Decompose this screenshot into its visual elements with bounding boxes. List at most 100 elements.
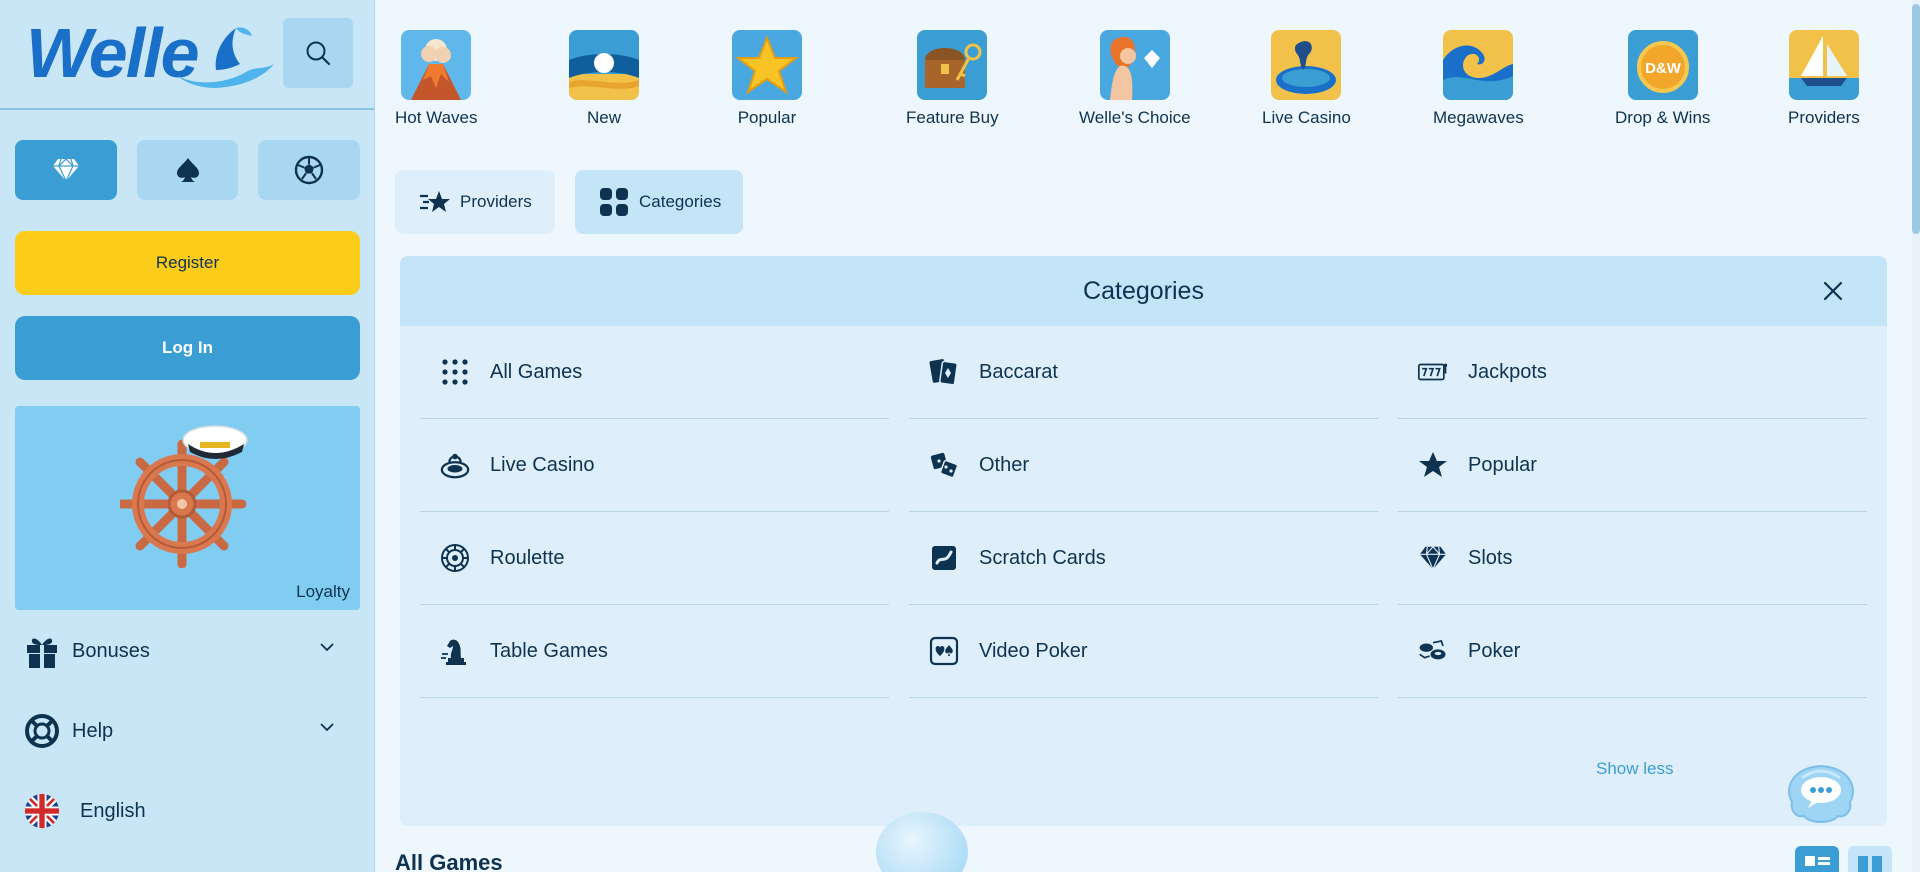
- chat-shell-icon: [1788, 764, 1854, 823]
- register-button[interactable]: Register: [15, 231, 360, 295]
- mermaid-icon: [1099, 30, 1170, 100]
- cards-icon: [929, 357, 959, 387]
- tab-label: Categories: [639, 192, 722, 211]
- mode-switcher: [15, 140, 361, 200]
- wave-logo-icon: [178, 27, 274, 88]
- search-button[interactable]: [283, 18, 353, 88]
- category-providers[interactable]: Providers: [1788, 30, 1860, 128]
- poker-chips-icon: [1418, 636, 1448, 666]
- category-label: Poker: [1468, 639, 1521, 662]
- starfish-icon: [732, 30, 802, 100]
- category-scratch-cards[interactable]: Scratch Cards: [909, 512, 1378, 605]
- category-jackpots[interactable]: Jackpots: [1398, 326, 1867, 419]
- dots-grid-icon: [440, 357, 470, 387]
- category-hot-waves[interactable]: Hot Waves: [395, 30, 478, 128]
- category-label: Feature Buy: [906, 108, 999, 127]
- category-new[interactable]: New: [569, 30, 639, 128]
- tab-label: Providers: [460, 192, 532, 211]
- tab-categories[interactable]: Categories: [575, 170, 743, 234]
- chess-knight-icon: [440, 636, 470, 666]
- category-table-games[interactable]: Table Games: [420, 605, 889, 698]
- category-label: Table Games: [490, 639, 608, 662]
- close-icon[interactable]: [1821, 279, 1845, 303]
- scratch-card-icon: [929, 543, 959, 573]
- search-icon: [306, 41, 331, 66]
- sidebar-item-help[interactable]: Help: [24, 706, 354, 756]
- category-label: Megawaves: [1433, 108, 1524, 127]
- scrollbar-thumb[interactable]: [1912, 4, 1920, 234]
- category-label: Baccarat: [979, 360, 1058, 383]
- grid-view-icon: [1858, 856, 1882, 872]
- category-label: Other: [979, 453, 1030, 476]
- login-button[interactable]: Log In: [15, 316, 360, 380]
- wave-icon: [1443, 30, 1514, 100]
- lifebuoy-icon: [24, 713, 60, 749]
- category-label: Roulette: [490, 546, 565, 569]
- volcano-icon: [401, 30, 472, 100]
- categories-panel: Categories All Games Baccarat Jackpots L…: [400, 256, 1887, 826]
- gift-icon: [24, 633, 60, 669]
- category-feature-buy[interactable]: Feature Buy: [906, 30, 999, 128]
- loyalty-label: Loyalty: [296, 582, 350, 601]
- uk-flag-icon: [24, 793, 60, 829]
- dice-icon: [929, 450, 959, 480]
- category-label: Jackpots: [1468, 360, 1547, 383]
- live-casino-icon: [440, 450, 470, 480]
- show-less-link[interactable]: Show less: [1596, 759, 1673, 779]
- category-label: Popular: [737, 108, 797, 127]
- treasure-chest-icon: [917, 30, 988, 100]
- sidebar-item-label: English: [80, 799, 146, 822]
- drop-wins-icon: D&W: [1627, 30, 1698, 100]
- category-video-poker[interactable]: Video Poker: [909, 605, 1378, 698]
- category-baccarat[interactable]: Baccarat: [909, 326, 1378, 419]
- top-category-strip: Hot Waves New Popular Feature Buy Welle'…: [375, 0, 1920, 140]
- category-welles-choice[interactable]: Welle's Choice: [1079, 30, 1191, 128]
- loyalty-card[interactable]: Loyalty: [15, 406, 360, 610]
- star-icon: [1418, 450, 1448, 480]
- category-label: Scratch Cards: [979, 546, 1106, 569]
- diamond-icon: [52, 158, 79, 183]
- category-label: Drop & Wins: [1615, 108, 1711, 127]
- category-all-games[interactable]: All Games: [420, 326, 889, 419]
- casino-mode-button[interactable]: [15, 140, 117, 200]
- category-other[interactable]: Other: [909, 419, 1378, 512]
- sailboat-icon: [1788, 30, 1859, 100]
- logo[interactable]: Welle: [26, 18, 274, 88]
- category-slots[interactable]: Slots: [1398, 512, 1867, 605]
- category-label: Live Casino: [490, 453, 595, 476]
- category-label: Live Casino: [1262, 108, 1351, 127]
- categories-grid-icon: [600, 188, 628, 216]
- list-view-icon: [1805, 856, 1830, 866]
- category-live-casino[interactable]: Live Casino: [1262, 30, 1351, 128]
- category-label: Video Poker: [979, 639, 1088, 662]
- sunrise-icon: [569, 30, 639, 100]
- sidebar-item-bonuses[interactable]: Bonuses: [24, 626, 354, 676]
- sidebar-item-language[interactable]: English: [24, 786, 354, 836]
- category-roulette[interactable]: Roulette: [420, 512, 889, 605]
- diamond-icon: [1418, 543, 1448, 573]
- sidebar-header: Welle: [0, 0, 374, 110]
- tab-providers[interactable]: Providers: [395, 170, 555, 234]
- category-popular[interactable]: Popular: [1398, 419, 1867, 512]
- spade-icon: [176, 158, 199, 182]
- section-title-all-games: All Games: [395, 850, 503, 872]
- list-view-button[interactable]: [1795, 846, 1839, 872]
- drop-wins-badge-text: D&W: [1645, 60, 1682, 77]
- grid-view-button[interactable]: [1848, 846, 1892, 872]
- category-label: Popular: [1468, 453, 1537, 476]
- sports-mode-button[interactable]: [258, 140, 361, 200]
- sidebar: Welle Register Log In Loyalty Bonuses He…: [0, 0, 375, 872]
- football-icon: [294, 155, 324, 185]
- category-label: Slots: [1468, 546, 1513, 569]
- category-popular[interactable]: Popular: [732, 30, 802, 128]
- category-label: New: [586, 108, 621, 127]
- seahorse-table-icon: [1271, 30, 1342, 100]
- category-drop-wins[interactable]: D&W Drop & Wins: [1615, 30, 1710, 128]
- chat-button[interactable]: [1782, 758, 1860, 828]
- category-live-casino[interactable]: Live Casino: [420, 419, 889, 512]
- category-megawaves[interactable]: Megawaves: [1433, 30, 1524, 128]
- category-poker[interactable]: Poker: [1398, 605, 1867, 698]
- video-poker-icon: [929, 636, 959, 666]
- live-casino-mode-button[interactable]: [136, 140, 239, 200]
- ship-wheel-icon: [120, 425, 248, 568]
